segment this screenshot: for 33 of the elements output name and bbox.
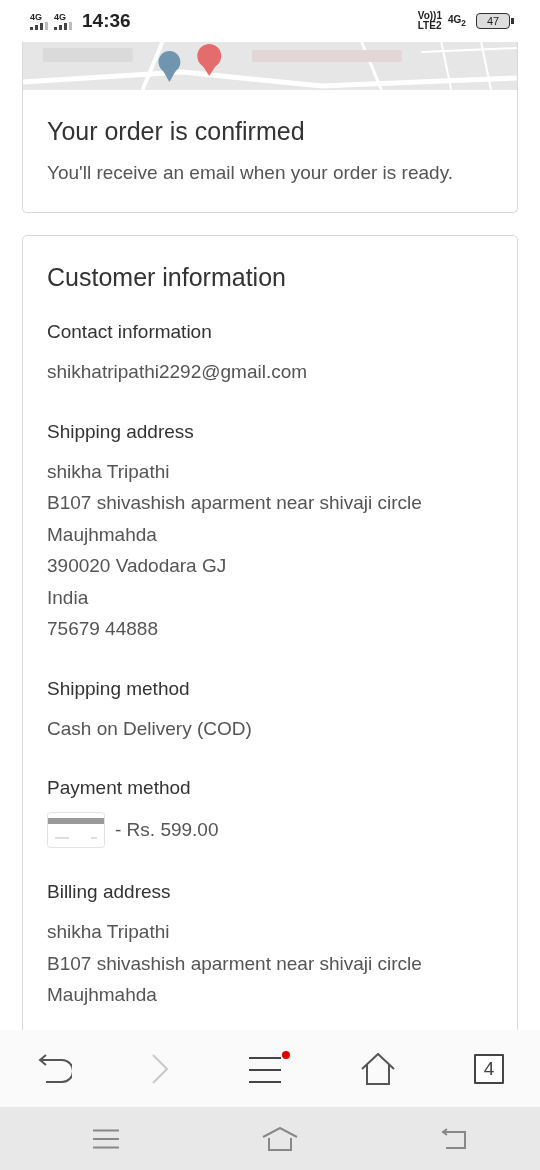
info-line: India <box>47 585 90 610</box>
info-line: Maujhmahda <box>47 983 158 1007</box>
info-line: shikhatripathi2292@gmail.com <box>47 360 309 384</box>
clock-time: 14:36 <box>82 10 131 32</box>
section-heading: Shipping method <box>47 676 191 701</box>
volte-label: Vo))1 <box>417 11 442 21</box>
info-line: Maujhmahda <box>47 522 158 547</box>
info-line: shikha Tripathi <box>47 459 171 484</box>
signal-icon <box>30 21 48 30</box>
volte-label: LTE2 <box>417 21 442 31</box>
network-label: 4G <box>54 12 66 22</box>
info-line: 75679 44888 <box>47 617 159 641</box>
network-label: 4G <box>30 12 42 22</box>
confirmation-message: You'll receive an email when your order is ready. <box>47 161 454 185</box>
credit-card-icon <box>47 812 105 848</box>
info-line: B107 shivashish aparment near shivaji circle <box>47 491 423 515</box>
menu-icon[interactable] <box>248 1054 282 1083</box>
section-heading: Billing address <box>47 880 172 904</box>
section-heading: Payment method <box>47 776 192 800</box>
signal-icon <box>54 21 72 30</box>
tabs-button[interactable]: 4 <box>474 1053 504 1084</box>
section-title: Customer information <box>47 262 287 293</box>
back-icon[interactable] <box>38 1053 72 1084</box>
payment-amount: - Rs. 599.00 <box>115 818 219 843</box>
info-line: 390020 Vadodara GJ <box>47 554 228 578</box>
confirmation-title: Your order is confirmed <box>47 116 306 147</box>
info-line: B107 shivashish aparment near shivaji circle <box>47 951 423 976</box>
info-line: Cash on Delivery (COD) <box>47 716 253 741</box>
info-line: shikha Tripathi <box>47 920 171 944</box>
home-icon[interactable] <box>361 1052 395 1085</box>
section-heading: Shipping address <box>47 419 195 444</box>
section-heading: Contact information <box>47 320 213 344</box>
network-label: 4G$_{2}$ <box>448 14 466 28</box>
